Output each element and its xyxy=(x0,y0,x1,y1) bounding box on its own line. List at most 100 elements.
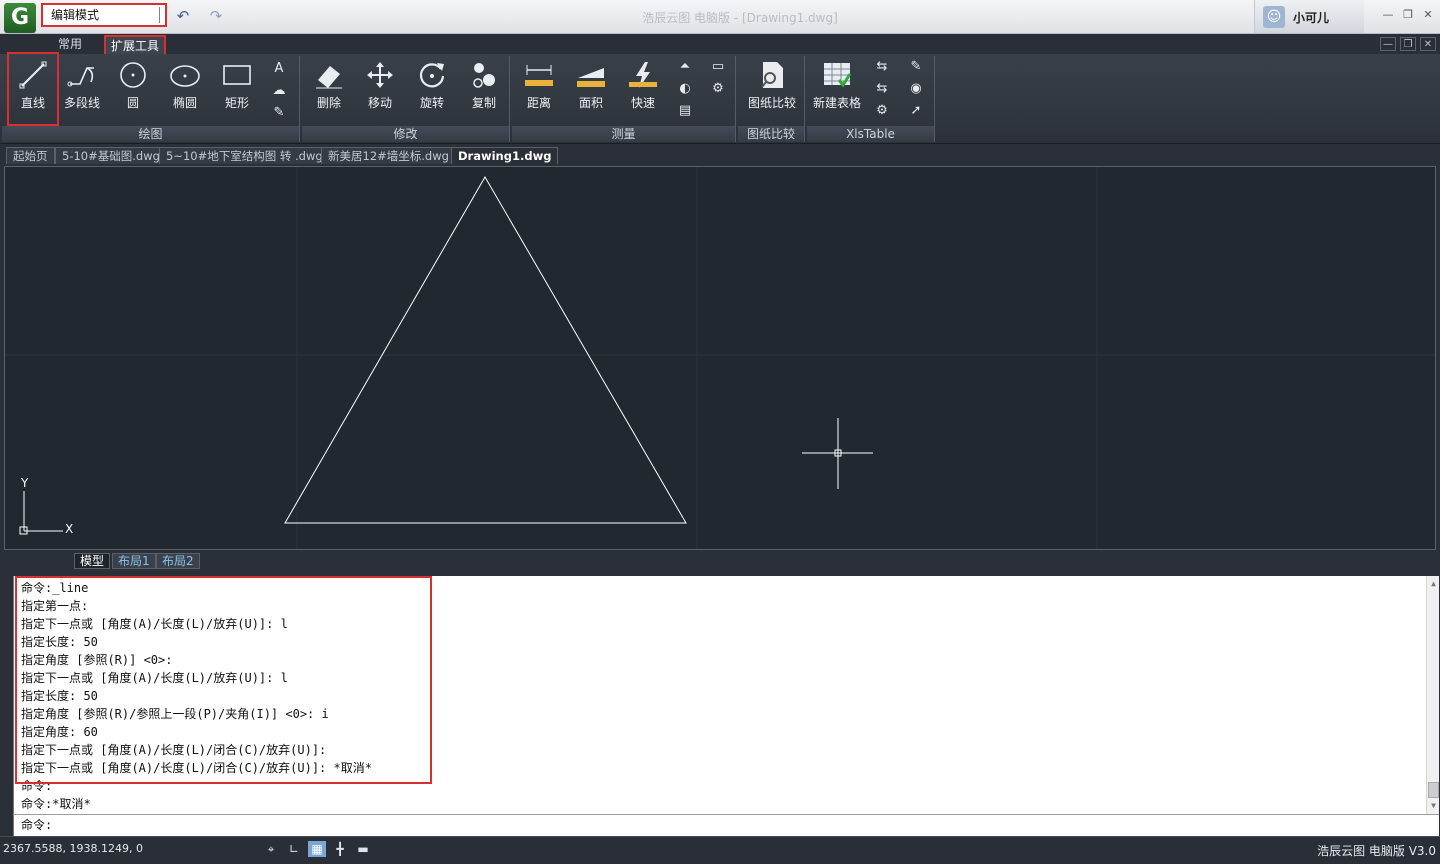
group-title-modify: 修改 xyxy=(302,126,509,142)
lineweight-icon[interactable]: ▬ xyxy=(354,841,372,857)
settings-measure-icon[interactable]: ⚙ xyxy=(707,80,729,98)
command-history-panel[interactable]: 命令:_line 指定第一点: 指定下一点或 [角度(A)/长度(L)/放弃(U… xyxy=(13,576,1439,814)
close-icon[interactable]: ✕ xyxy=(1420,7,1436,23)
crosshair-cursor xyxy=(802,418,873,489)
area-icon xyxy=(577,68,605,87)
circle-tool-label: 圆 xyxy=(126,96,139,110)
table-select-icon[interactable]: ➚ xyxy=(905,102,927,120)
layout-tab-layout2[interactable]: 布局2 xyxy=(156,553,200,569)
user-name: 小可儿 xyxy=(1293,11,1330,25)
command-history-line: 命令:_line xyxy=(21,581,89,595)
circle-icon xyxy=(120,62,146,88)
command-input[interactable]: 命令: xyxy=(13,814,1439,836)
minimize-icon[interactable]: — xyxy=(1380,7,1396,23)
snap-icon[interactable]: ⌖ xyxy=(262,841,280,857)
coordinate-readout: 2367.5588, 1938.1249, 0 xyxy=(3,842,143,855)
ellipse-tool-label: 椭圆 xyxy=(172,96,197,110)
command-history-line: 命令:*取消* xyxy=(21,797,91,811)
status-bar: 2367.5588, 1938.1249, 0 ⌖ ∟ ▦ ╋ ▬ 浩辰云图 电脑版 V… xyxy=(0,836,1440,864)
polar-icon[interactable]: ╋ xyxy=(331,841,349,857)
ribbon-panel: 直线 多段线 圆 椭圆 矩形 A ☁ ✎ 绘图 删除 移动 旋转 复制 修改 距… xyxy=(0,52,1440,144)
distance-icon xyxy=(525,65,553,86)
copy-tool-label: 复制 xyxy=(471,96,496,110)
grid-icon[interactable]: ▦ xyxy=(308,841,326,857)
polyline-tool-label: 多段线 xyxy=(63,96,100,110)
delete-tool-label: 删除 xyxy=(316,96,341,110)
table-export-icon[interactable]: ⇆ xyxy=(871,80,893,98)
move-icon xyxy=(367,62,393,88)
move-tool-button[interactable]: 移动 xyxy=(355,60,405,112)
coordinate-icon[interactable]: ▭ xyxy=(707,58,729,76)
polyline-tool-button[interactable]: 多段线 xyxy=(57,60,107,112)
drawing-canvas[interactable]: Y X xyxy=(4,166,1436,550)
copy-tool-button[interactable]: 复制 xyxy=(459,60,509,112)
doc-tab-drawing1[interactable]: Drawing1.dwg xyxy=(451,147,559,164)
command-history-line: 指定长度: 50 xyxy=(21,635,98,649)
command-scrollbar[interactable]: ▲ ▼ xyxy=(1426,576,1439,814)
table-edit-icon[interactable]: ✎ xyxy=(905,58,927,76)
compare-tool-button[interactable]: 图纸比较 xyxy=(744,60,800,112)
ribbon-tab-bar: 常用 扩展工具 — ❐ ✕ xyxy=(0,34,1440,54)
text-tool-icon[interactable]: A xyxy=(268,60,290,78)
group-measure: 距离 面积 快速 ⏶ ◐ ▤ ▭ ⚙ 测量 xyxy=(512,56,736,142)
cloud-icon[interactable]: ☁ xyxy=(268,82,290,100)
group-modify: 删除 移动 旋转 复制 修改 xyxy=(302,56,510,142)
group-xlstable: 新建表格 ⇆ ⇆ ⚙ ✎ ◉ ➚ XlsTable xyxy=(807,56,935,142)
triangle-shape[interactable] xyxy=(284,176,687,524)
command-history-line: 指定下一点或 [角度(A)/长度(L)/放弃(U)]: l xyxy=(21,617,288,631)
ucs-x-label: X xyxy=(65,522,73,536)
new-table-label: 新建表格 xyxy=(812,96,861,110)
ellipse-icon xyxy=(170,65,200,87)
group-title-compare: 图纸比较 xyxy=(738,126,804,142)
table-settings-icon[interactable]: ⚙ xyxy=(871,102,893,120)
title-bar: G 编辑模式 ↶ ↷ 浩辰云图 电脑版 - [Drawing1.dwg] ☺ 小… xyxy=(0,0,1440,34)
rectangle-tool-button[interactable]: 矩形 xyxy=(212,60,262,112)
circle-tool-button[interactable]: 圆 xyxy=(108,60,158,112)
ribbon-restore-icon[interactable]: ❐ xyxy=(1400,37,1416,51)
doc-tab-foundation[interactable]: 5-10#基础图.dwg xyxy=(55,147,167,164)
distance-tool-label: 距离 xyxy=(526,96,551,110)
document-tab-bar: 起始页 5-10#基础图.dwg 5~10#地下室结构图 转 .dwg 新美居1… xyxy=(0,146,1440,164)
rotate-icon xyxy=(419,63,445,88)
quick-measure-button[interactable]: 快速 xyxy=(618,60,668,112)
doc-tab-start[interactable]: 起始页 xyxy=(6,147,55,164)
distance-tool-button[interactable]: 距离 xyxy=(514,60,564,112)
command-history-line: 指定第一点: xyxy=(21,599,89,613)
table-import-icon[interactable]: ⇆ xyxy=(871,58,893,76)
tab-extension-tools[interactable]: 扩展工具 xyxy=(104,35,166,54)
ribbon-close-icon[interactable]: ✕ xyxy=(1420,37,1436,51)
command-history-line: 指定下一点或 [角度(A)/长度(L)/闭合(C)/放弃(U)]: xyxy=(21,743,327,757)
ortho-icon[interactable]: ∟ xyxy=(285,841,303,857)
angle-measure-icon[interactable]: ⏶ xyxy=(674,58,696,76)
scroll-up-icon[interactable]: ▲ xyxy=(1428,578,1439,590)
layout-tab-layout1[interactable]: 布局1 xyxy=(112,553,156,569)
arc-measure-icon[interactable]: ▤ xyxy=(674,102,696,120)
ribbon-minimize-icon[interactable]: — xyxy=(1380,37,1396,51)
table-view-icon[interactable]: ◉ xyxy=(905,80,927,98)
freehand-icon[interactable]: ✎ xyxy=(268,104,290,122)
rotate-tool-button[interactable]: 旋转 xyxy=(407,60,457,112)
ucs-y-label: Y xyxy=(20,476,29,490)
maximize-icon[interactable]: ❐ xyxy=(1400,7,1416,23)
ellipse-tool-button[interactable]: 椭圆 xyxy=(160,60,210,112)
line-icon xyxy=(19,61,47,89)
ribbon-window-controls: — ❐ ✕ xyxy=(1376,36,1436,51)
compare-tool-label: 图纸比较 xyxy=(747,96,796,110)
rotate-tool-label: 旋转 xyxy=(419,96,444,110)
layout-tab-bar: 模型 布局1 布局2 xyxy=(0,552,1440,570)
group-title-xlstable: XlsTable xyxy=(807,126,934,142)
doc-tab-wall-coords[interactable]: 新美居12#墙坐标.dwg xyxy=(321,147,456,164)
area-tool-button[interactable]: 面积 xyxy=(566,60,616,112)
line-tool-button[interactable]: 直线 xyxy=(7,52,59,126)
copy-icon xyxy=(473,63,495,88)
layout-tab-model[interactable]: 模型 xyxy=(74,553,111,569)
scroll-thumb[interactable] xyxy=(1428,782,1439,798)
command-history-line: 指定长度: 50 xyxy=(21,689,98,703)
delete-tool-button[interactable]: 删除 xyxy=(304,60,354,112)
user-account[interactable]: ☺ 小可儿 xyxy=(1254,0,1364,33)
new-table-button[interactable]: 新建表格 xyxy=(809,60,865,112)
scroll-down-icon[interactable]: ▼ xyxy=(1428,800,1439,812)
doc-tab-basement[interactable]: 5~10#地下室结构图 转 .dwg xyxy=(159,147,330,164)
radius-measure-icon[interactable]: ◐ xyxy=(674,80,696,98)
command-history-line: 命令: xyxy=(21,779,53,793)
